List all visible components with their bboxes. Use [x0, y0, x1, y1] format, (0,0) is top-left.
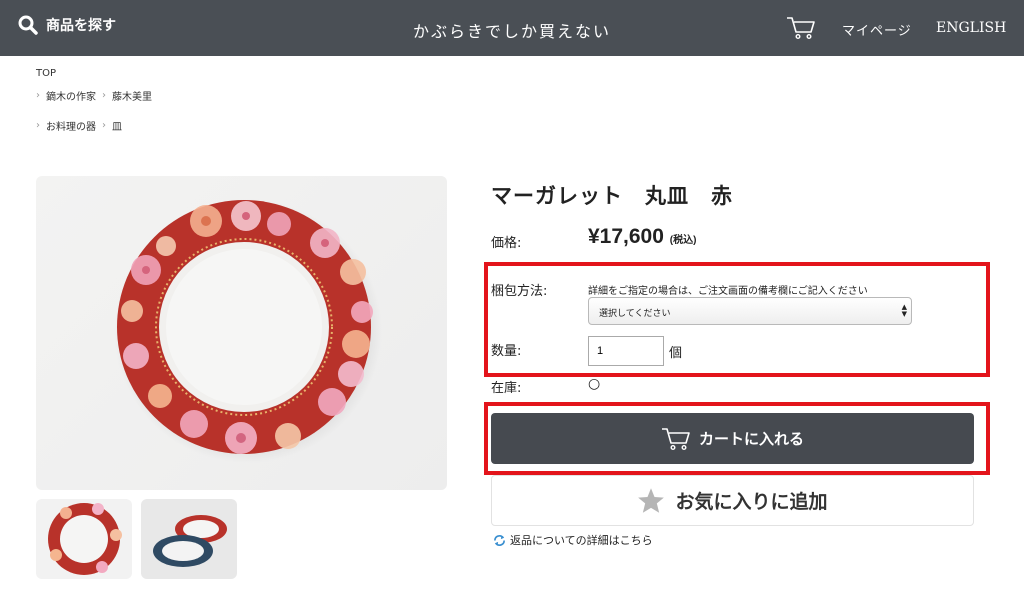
- price-tax-note: (税込): [669, 235, 697, 246]
- price-value: ¥17,600: [588, 225, 664, 248]
- search-label: 商品を探す: [46, 18, 116, 34]
- select-arrows-icon: ▲ ▼: [901, 303, 907, 318]
- star-icon: [638, 488, 665, 513]
- packing-label: 梱包方法:: [491, 284, 548, 299]
- search-button[interactable]: 商品を探す: [18, 15, 116, 35]
- chevron-right-icon: ›: [102, 120, 106, 131]
- breadcrumb: › お料理の器 › 皿: [36, 118, 122, 133]
- stock-status: ○: [588, 376, 601, 392]
- return-policy-label: 返品についての詳細はこちら: [510, 534, 653, 547]
- breadcrumb-item[interactable]: 皿: [112, 118, 122, 133]
- breadcrumb-top[interactable]: TOP: [36, 68, 56, 79]
- chevron-right-icon: ›: [36, 120, 40, 131]
- product-main-image: [36, 176, 447, 490]
- return-policy-link[interactable]: 返品についての詳細はこちら: [493, 532, 653, 548]
- cart-icon: [661, 427, 690, 450]
- product-thumbnail[interactable]: [141, 499, 237, 579]
- header-cart-button[interactable]: [786, 16, 816, 44]
- english-link[interactable]: ENGLISH: [936, 20, 1006, 36]
- product-title: マーガレット 丸皿 赤: [491, 183, 733, 208]
- plate-thumbnail-image: [48, 503, 122, 575]
- packing-select-value: 選択してください: [599, 309, 671, 319]
- product-price: ¥17,600 (税込): [588, 225, 696, 249]
- quantity-unit: 個: [669, 346, 683, 361]
- packing-select[interactable]: 選択してください ▲ ▼: [588, 297, 912, 325]
- breadcrumb-item[interactable]: 鏑木の作家: [46, 88, 96, 103]
- site-header: 商品を探す かぶらきでしか買えない マイページ ENGLISH: [0, 0, 1024, 56]
- add-to-favorites-label: お気に入りに追加: [675, 491, 828, 513]
- chevron-right-icon: ›: [102, 90, 106, 101]
- add-to-cart-button[interactable]: カートに入れる: [491, 413, 974, 464]
- breadcrumb-item[interactable]: 藤木美里: [112, 88, 152, 103]
- stock-label: 在庫:: [491, 381, 522, 396]
- quantity-input[interactable]: [588, 336, 664, 366]
- chevron-right-icon: ›: [36, 90, 40, 101]
- packing-note: 詳細をご指定の場合は、ご注文画面の備考欄にご記入ください: [588, 286, 868, 297]
- add-to-favorites-button[interactable]: お気に入りに追加: [491, 475, 974, 526]
- breadcrumb-item[interactable]: お料理の器: [46, 118, 96, 133]
- plate-image: [114, 199, 382, 463]
- cart-icon: [787, 17, 815, 40]
- refresh-icon: [494, 534, 505, 546]
- add-to-cart-label: カートに入れる: [698, 430, 804, 448]
- search-icon: [18, 15, 38, 35]
- quantity-label: 数量:: [491, 344, 522, 359]
- price-label: 価格:: [491, 236, 522, 251]
- mypage-link[interactable]: マイページ: [842, 20, 912, 39]
- plate-set-thumbnail-image: [153, 515, 227, 567]
- product-thumbnail[interactable]: [36, 499, 132, 579]
- breadcrumb: › 鏑木の作家 › 藤木美里: [36, 88, 152, 103]
